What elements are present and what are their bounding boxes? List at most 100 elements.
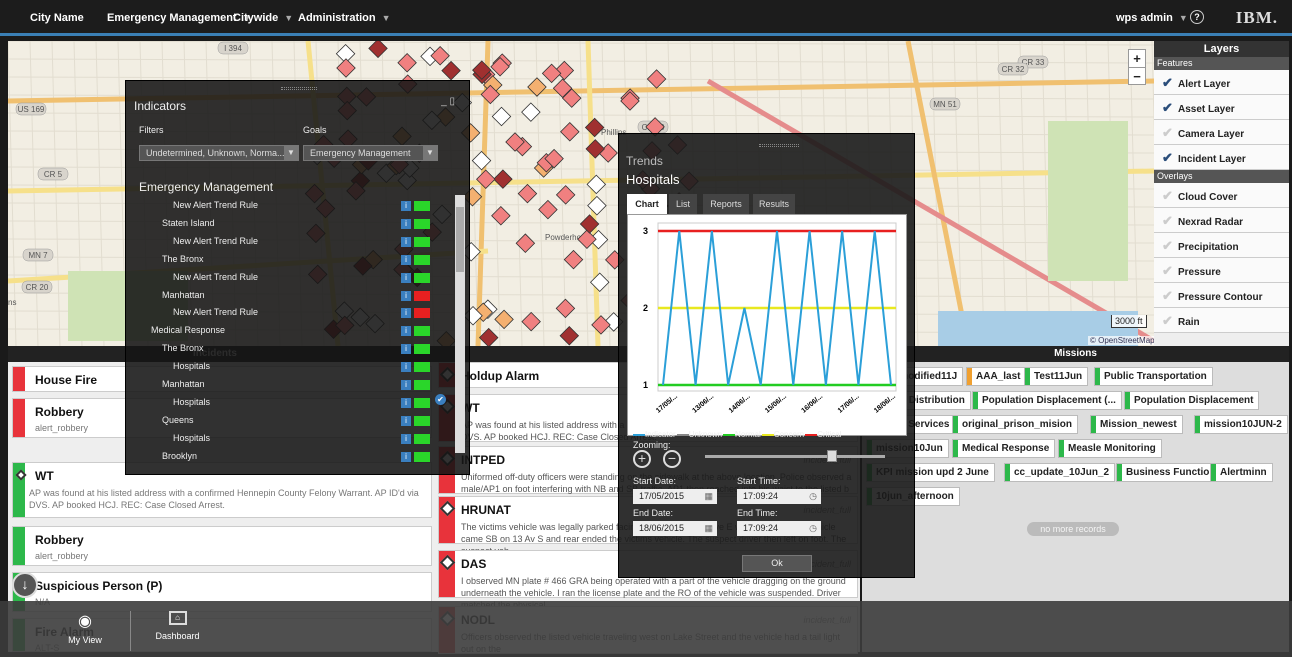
mission-chip[interactable]: Measle Monitoring [1058,439,1162,458]
zoom-out-button[interactable]: − [1129,68,1145,85]
info-icon[interactable]: i [401,451,411,462]
calendar-icon[interactable]: ▦ [704,489,713,504]
info-icon[interactable]: i [401,344,411,355]
indicator-row[interactable]: Hospitals i [126,396,446,412]
info-icon[interactable]: i [401,433,411,444]
layer-incident-layer[interactable]: ✔ Incident Layer [1154,145,1289,170]
checkmark-icon[interactable]: ✔ [1162,145,1178,170]
info-icon[interactable]: i [401,326,411,337]
layer-asset-layer[interactable]: ✔ Asset Layer [1154,95,1289,120]
end-time-field[interactable]: 17:09:24 ◷ [737,521,821,536]
info-icon[interactable]: i [401,290,411,301]
menu-administration[interactable]: Administration ▼ [298,12,391,24]
indicator-row[interactable]: New Alert Trend Rule i [126,271,446,287]
zoom-slider[interactable] [705,450,885,462]
indicator-row[interactable]: Staten Island i [126,217,446,233]
layer-nexrad-radar[interactable]: ✔ Nexrad Radar [1154,208,1289,233]
dashboard-button[interactable]: ⌂ Dashboard [150,611,205,641]
calendar-icon[interactable]: ▦ [704,521,713,536]
user-menu[interactable]: wps admin ▼ [1116,12,1188,24]
info-icon[interactable]: i [401,236,411,247]
clock-icon[interactable]: ◷ [809,489,817,504]
mission-chip[interactable]: Population Displacement [1124,391,1260,410]
layer-pressure-contour[interactable]: ✔ Pressure Contour [1154,283,1289,308]
zoom-slider-handle[interactable] [827,450,837,462]
indicator-row[interactable]: Brooklyn i [126,450,446,466]
checkmark-icon[interactable]: ✔ [1162,283,1178,308]
checkmark-icon[interactable]: ✔ [1162,208,1178,233]
end-date-field[interactable]: 18/06/2015 ▦ [633,521,717,536]
mission-chip[interactable]: Mission_newest [1090,415,1183,434]
layer-pressure[interactable]: ✔ Pressure [1154,258,1289,283]
mission-chip[interactable]: cc_update_10Jun_2 [1004,463,1116,482]
indicator-row[interactable]: New Alert Trend Rule i [126,306,446,322]
info-icon[interactable]: i [401,380,411,390]
collapse-arrow-icon[interactable]: ↓ [12,572,38,598]
tab-chart[interactable]: Chart [627,194,667,214]
goals-select[interactable]: Emergency Management ▼ [303,145,438,161]
ok-button[interactable]: Ok [742,555,812,572]
indicator-row[interactable]: Medical Response i [126,324,446,340]
layer-precipitation[interactable]: ✔ Precipitation [1154,233,1289,258]
layer-alert-layer[interactable]: ✔ Alert Layer [1154,70,1289,95]
indicator-scrollbar[interactable] [455,195,465,453]
indicator-row[interactable]: Manhattan i [126,378,446,394]
info-icon[interactable]: i [401,415,411,426]
info-icon[interactable]: i [401,218,411,229]
checkmark-icon[interactable]: ✔ [1162,95,1178,120]
checkmark-icon[interactable]: ✔ [1162,120,1178,145]
drag-handle[interactable] [759,144,799,147]
indicator-row[interactable]: Queens i [126,414,446,430]
layer-rain[interactable]: ✔ Rain [1154,308,1289,333]
indicator-row[interactable]: Hospitals i [126,360,446,376]
clock-icon[interactable]: ◷ [809,521,817,536]
mission-chip[interactable]: original_prison_mision [952,415,1079,434]
checkmark-icon[interactable]: ✔ [1162,183,1178,208]
tab-results[interactable]: Results [753,194,795,214]
indicator-row[interactable]: The Bronx i [126,253,446,269]
mission-chip[interactable]: AAA_last [966,367,1027,386]
zoom-in-button[interactable]: + [1129,50,1145,68]
filter-select[interactable]: Undetermined, Unknown, Norma... ▼ [139,145,299,161]
mission-chip[interactable]: Medical Response [952,439,1056,458]
city-name-menu[interactable]: City Name [30,12,84,24]
tab-list[interactable]: List [669,194,697,214]
scrollbar-thumb[interactable] [456,207,464,272]
drag-handle[interactable] [281,87,317,90]
window-controls[interactable]: _ ▯ [441,96,455,107]
indicator-row[interactable]: New Alert Trend Rule i [126,235,446,251]
start-time-field[interactable]: 17:09:24 ◷ [737,489,821,504]
layer-camera-layer[interactable]: ✔ Camera Layer [1154,120,1289,145]
mission-chip[interactable]: Population Displacement (... [972,391,1122,410]
checkmark-icon[interactable]: ✔ [1162,233,1178,258]
indicator-row[interactable]: Hospitals i [126,432,446,448]
info-icon[interactable]: i [401,308,411,319]
checkmark-icon[interactable]: ✔ [1162,70,1178,95]
map-attribution[interactable]: © OpenStreetMap [1088,336,1157,345]
info-icon[interactable]: i [401,201,411,211]
start-date-field[interactable]: 17/05/2015 ▦ [633,489,717,504]
y-tick-label: 2 [643,303,648,313]
tab-reports[interactable]: Reports [703,194,749,214]
mission-chip[interactable]: Public Transportation [1094,367,1213,386]
menu-emergency-management[interactable]: Emergency Management ▼ [107,12,252,24]
my-view-button[interactable]: ◉ My View [60,611,110,645]
info-icon[interactable]: i [401,272,411,283]
zoom-out-icon[interactable]: − [663,450,681,468]
info-icon[interactable]: i [401,397,411,408]
info-icon[interactable]: i [401,362,411,373]
indicator-row[interactable]: Manhattan i [126,289,446,305]
indicator-row[interactable]: The Bronx i [126,342,446,358]
layer-cloud-cover[interactable]: ✔ Cloud Cover [1154,183,1289,208]
incident-card[interactable]: Robbery alert_robbery [12,526,432,566]
checkmark-icon[interactable]: ✔ [1162,308,1178,333]
mission-chip[interactable]: mission10JUN-2 [1194,415,1288,434]
menu-citywide[interactable]: Citywide ▼ [233,12,293,24]
checkmark-icon[interactable]: ✔ [1162,258,1178,283]
mission-chip[interactable]: Test11Jun [1024,367,1089,386]
help-icon[interactable]: ? [1190,10,1204,24]
mission-chip[interactable]: Alertminn [1210,463,1273,482]
indicator-row[interactable]: New Alert Trend Rule i [126,199,446,215]
info-icon[interactable]: i [401,254,411,265]
zoom-in-icon[interactable]: + [633,450,651,468]
